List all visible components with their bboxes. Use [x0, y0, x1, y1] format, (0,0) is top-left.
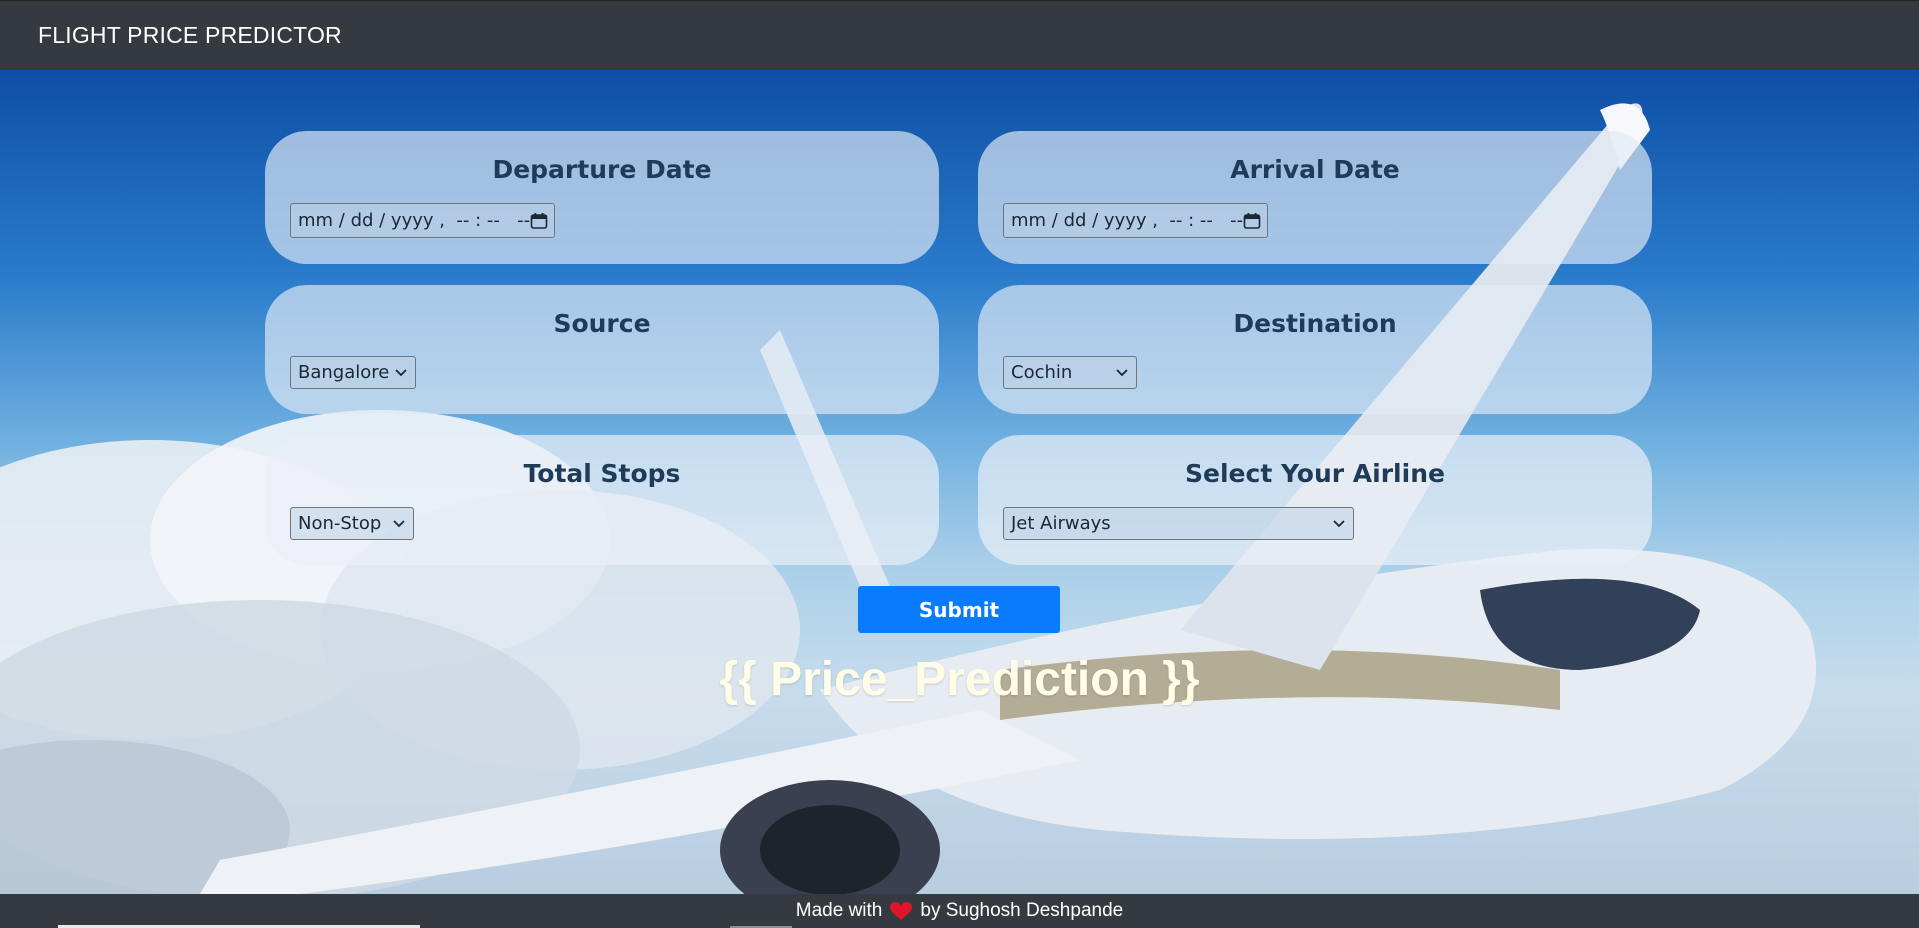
submit-button[interactable]: Submit	[858, 586, 1060, 633]
chevron-down-icon	[395, 368, 407, 377]
departure-date-input[interactable]: mm / dd / yyyy , -- : -- --	[290, 203, 555, 238]
airline-select[interactable]: Jet Airways	[1003, 507, 1354, 540]
total-stops-select[interactable]: Non-Stop	[290, 507, 414, 540]
airline-card: Select Your Airline Jet Airways	[978, 435, 1652, 565]
destination-card: Destination Cochin	[978, 285, 1652, 414]
calendar-icon[interactable]	[530, 212, 548, 230]
arrival-date-placeholder: mm / dd / yyyy , -- : -- --	[1011, 210, 1244, 231]
departure-date-label: Departure Date	[492, 155, 712, 184]
total-stops-card: Total Stops Non-Stop	[265, 435, 939, 565]
navbar: FLIGHT PRICE PREDICTOR	[0, 0, 1919, 70]
navbar-brand[interactable]: FLIGHT PRICE PREDICTOR	[38, 22, 342, 49]
footer-made-with: Made with	[795, 900, 883, 921]
departure-date-placeholder: mm / dd / yyyy , -- : -- --	[298, 210, 531, 231]
heart-icon	[890, 901, 913, 921]
destination-selected-value: Cochin	[1011, 362, 1073, 383]
chevron-down-icon	[1333, 519, 1345, 528]
arrival-date-card: Arrival Date mm / dd / yyyy , -- : -- --	[978, 131, 1652, 264]
source-label: Source	[553, 309, 651, 338]
chevron-down-icon	[1116, 368, 1128, 377]
destination-select[interactable]: Cochin	[1003, 356, 1137, 389]
airline-label: Select Your Airline	[1185, 459, 1445, 488]
chevron-down-icon	[393, 519, 405, 528]
source-card: Source Bangalore	[265, 285, 939, 414]
footer: Made with by Sughosh Deshpande	[0, 894, 1919, 928]
departure-date-card: Departure Date mm / dd / yyyy , -- : -- …	[265, 131, 939, 264]
airline-selected-value: Jet Airways	[1011, 513, 1111, 534]
arrival-date-label: Arrival Date	[1230, 155, 1400, 184]
calendar-icon[interactable]	[1243, 212, 1261, 230]
source-selected-value: Bangalore	[298, 362, 390, 383]
source-select[interactable]: Bangalore	[290, 356, 416, 389]
total-stops-selected-value: Non-Stop	[298, 513, 382, 534]
price-prediction-output: {{ Price_Prediction }}	[719, 653, 1200, 706]
arrival-date-input[interactable]: mm / dd / yyyy , -- : -- --	[1003, 203, 1268, 238]
footer-author: by Sughosh Deshpande	[920, 900, 1124, 921]
total-stops-label: Total Stops	[523, 459, 681, 488]
destination-label: Destination	[1233, 309, 1397, 338]
